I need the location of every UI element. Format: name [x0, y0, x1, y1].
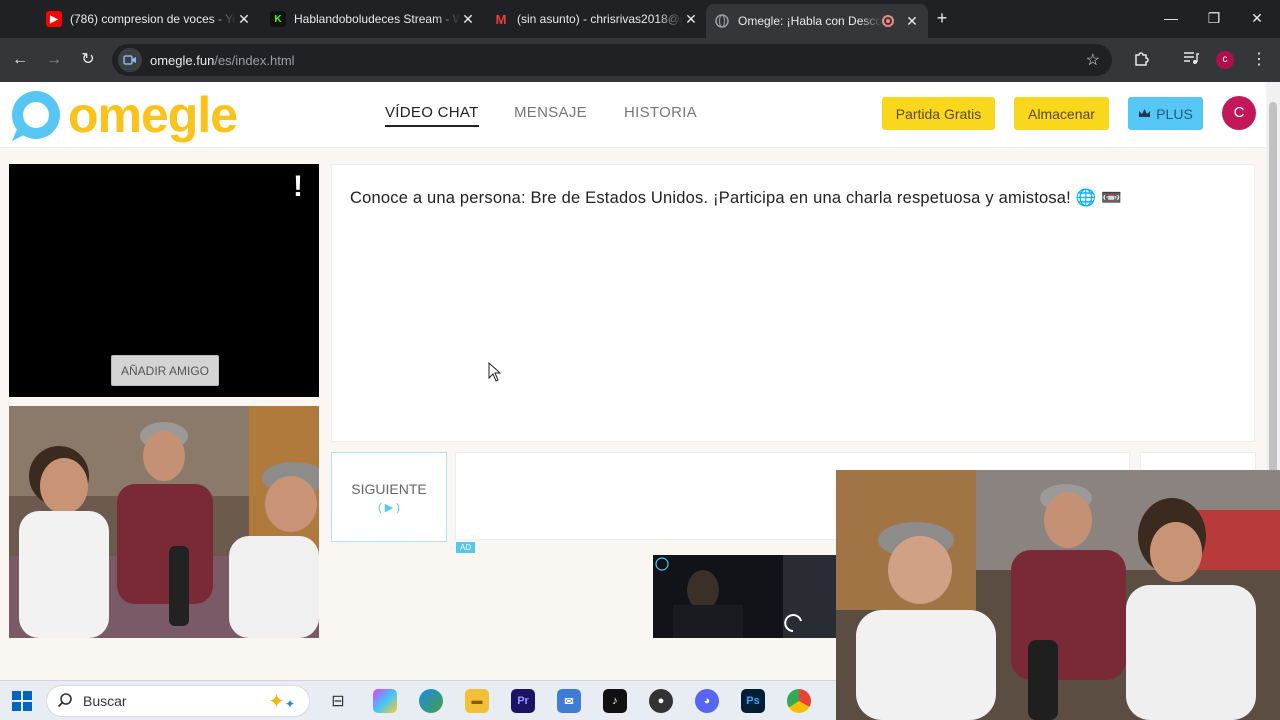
globe-icon — [714, 13, 730, 29]
report-icon[interactable]: ! — [293, 170, 303, 204]
plus-button[interactable]: PLUS — [1128, 97, 1203, 130]
close-icon[interactable]: ✕ — [460, 11, 476, 28]
browser-toolbar: ← → ↻ omegle.fun/es/index.html ☆ c ⋮ — [0, 38, 1280, 82]
tab-title: Omegle: ¡Habla con Descon — [738, 14, 882, 28]
chat-log: Conoce a una persona: Bre de Estados Uni… — [331, 164, 1255, 442]
youtube-icon: ▶ — [46, 11, 62, 27]
site-header: omegle VÍDEO CHAT MENSAJE HISTORIA Parti… — [0, 82, 1266, 148]
url-host: omegle.fun — [150, 52, 215, 68]
restore-icon[interactable]: ❐ — [1203, 8, 1225, 28]
edge-icon[interactable] — [419, 689, 443, 713]
crown-icon — [1138, 106, 1151, 122]
tab-gmail[interactable]: M (sin asunto) - chrisrivas2018@g ✕ — [485, 6, 707, 32]
discord-icon[interactable]: ◕ — [695, 689, 719, 713]
tab-kick[interactable]: K Hablandoboludeces Stream - W ✕ — [262, 6, 484, 32]
task-view-icon[interactable]: ⊟ — [326, 689, 350, 713]
browser-tab-strip: ▶ (786) compresion de voces - Yo ✕ K Hab… — [0, 0, 1280, 38]
ad-video-image — [653, 555, 836, 638]
profile-avatar[interactable]: c — [1216, 51, 1234, 69]
reload-icon[interactable]: ↻ — [78, 50, 98, 70]
store-button[interactable]: Almacenar — [1014, 97, 1109, 130]
close-icon[interactable]: ✕ — [904, 13, 920, 30]
next-button[interactable]: SIGUIENTE ( ▶ ) — [331, 452, 447, 542]
play-key-hint-icon: ( ▶ ) — [378, 501, 400, 514]
stream-webcam-image — [836, 470, 1280, 720]
stranger-video: ! AÑADIR AMIGO — [9, 164, 319, 397]
copilot-sparkle-icon: ✦✦ — [268, 690, 295, 713]
close-icon[interactable]: ✕ — [683, 11, 699, 28]
search-icon — [57, 692, 73, 711]
omegle-logo[interactable]: omegle — [8, 86, 238, 144]
tab-omegle[interactable]: Omegle: ¡Habla con Descon ✕ — [706, 4, 928, 38]
mail-app-icon[interactable]: ✉ — [557, 689, 581, 713]
search-placeholder: Buscar — [83, 693, 127, 709]
extensions-icon[interactable] — [1131, 50, 1151, 70]
kick-icon: K — [270, 11, 286, 27]
back-icon[interactable]: ← — [10, 50, 30, 70]
self-video — [9, 406, 326, 638]
address-bar[interactable]: omegle.fun/es/index.html ☆ — [112, 44, 1112, 76]
obs-icon[interactable]: ● — [649, 689, 673, 713]
bookmark-star-icon[interactable]: ☆ — [1086, 50, 1100, 70]
mouse-cursor-icon — [488, 362, 502, 382]
new-tab-button[interactable]: + — [932, 8, 952, 28]
copilot-icon[interactable] — [373, 689, 397, 713]
url-text: omegle.fun/es/index.html — [150, 53, 295, 68]
close-icon[interactable]: ✕ — [236, 11, 252, 28]
next-label: SIGUIENTE — [351, 480, 427, 497]
tab-youtube[interactable]: ▶ (786) compresion de voces - Yo ✕ — [38, 6, 260, 32]
ad-video-player[interactable] — [653, 555, 836, 638]
url-path: /es/index.html — [214, 52, 295, 68]
nav-video-chat[interactable]: VÍDEO CHAT — [385, 104, 479, 127]
chrome-icon[interactable] — [787, 689, 811, 713]
plus-label: PLUS — [1156, 105, 1193, 122]
taskbar-search[interactable]: Buscar ✦✦ — [46, 685, 310, 717]
chat-system-message: Conoce a una persona: Bre de Estados Uni… — [350, 189, 1123, 207]
stream-webcam-overlay — [836, 470, 1280, 720]
user-avatar[interactable]: C — [1222, 96, 1256, 130]
file-explorer-icon[interactable]: ▬ — [465, 689, 489, 713]
omegle-logo-icon — [12, 91, 60, 141]
menu-kebab-icon[interactable]: ⋮ — [1249, 50, 1269, 70]
nav-mensaje[interactable]: MENSAJE — [514, 104, 587, 121]
tab-title: (sin asunto) - chrisrivas2018@g — [517, 12, 683, 26]
gmail-icon: M — [495, 11, 507, 27]
forward-icon[interactable]: → — [44, 50, 64, 70]
tab-title: Hablandoboludeces Stream - W — [294, 12, 460, 26]
logo-text: omegle — [68, 87, 238, 143]
premiere-icon[interactable]: Pr — [511, 689, 535, 713]
windows-start-icon[interactable] — [12, 691, 32, 711]
nav-historia[interactable]: HISTORIA — [624, 104, 697, 121]
tab-title: (786) compresion de voces - Yo — [70, 12, 236, 26]
recording-icon — [882, 15, 894, 27]
add-friend-button[interactable]: AÑADIR AMIGO — [111, 355, 219, 386]
free-game-button[interactable]: Partida Gratis — [882, 97, 995, 130]
tiktok-icon[interactable]: ♪ — [603, 689, 627, 713]
ad-badge: AD — [456, 542, 476, 553]
site-info-icon[interactable] — [118, 48, 142, 72]
window-close-icon[interactable]: ✕ — [1246, 8, 1268, 28]
photoshop-icon[interactable]: Ps — [741, 689, 765, 713]
minimize-icon[interactable]: — — [1160, 8, 1182, 28]
webcam-feed-image — [9, 406, 326, 638]
media-control-icon[interactable] — [1181, 50, 1201, 70]
